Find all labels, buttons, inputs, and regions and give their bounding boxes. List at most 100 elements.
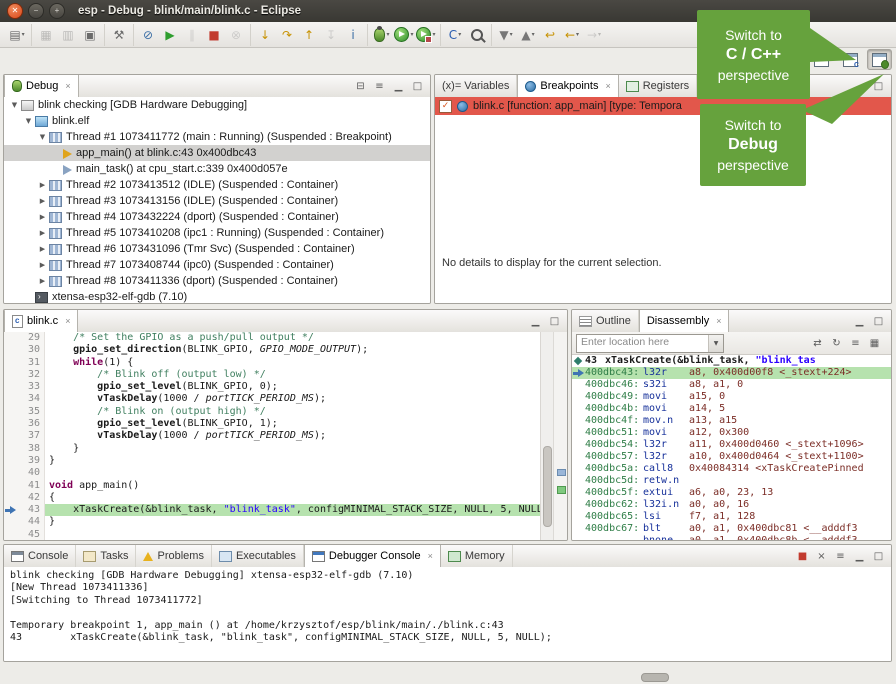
- editor-scrollbar-thumb[interactable]: [543, 446, 552, 527]
- editor-line[interactable]: 34 vTaskDelay(1000 / portTICK_PERIOD_MS)…: [4, 393, 541, 405]
- editor-overview-ruler[interactable]: [553, 332, 567, 540]
- debug-tree-item[interactable]: ▶Thread #2 1073413512 (IDLE) (Suspended …: [4, 177, 430, 193]
- maximize-icon[interactable]: □: [409, 78, 426, 95]
- tab-disassembly[interactable]: Disassembly×: [639, 310, 730, 332]
- step-over-icon[interactable]: ↷: [277, 25, 297, 45]
- tab-x-variables[interactable]: (x)= Variables: [435, 75, 517, 97]
- collapse-all-icon[interactable]: ⊟: [352, 78, 369, 95]
- breakpoint-checkbox[interactable]: [439, 100, 452, 113]
- step-return-icon[interactable]: ↑: [299, 25, 319, 45]
- debug-icon[interactable]: ▾: [372, 25, 392, 45]
- minimize-icon[interactable]: ▁: [851, 548, 868, 565]
- editor-line[interactable]: 30 gpio_set_direction(BLINK_GPIO, GPIO_M…: [4, 344, 541, 356]
- ruler-marker-green[interactable]: [557, 486, 566, 494]
- tree-expander-icon[interactable]: ▶: [36, 277, 49, 285]
- disassembly-listing[interactable]: 43xTaskCreate(&blink_task, "blink_tas400…: [572, 355, 891, 540]
- ruler-marker-blue[interactable]: [557, 469, 566, 476]
- back-icon[interactable]: ←▾: [562, 25, 582, 45]
- debug-tree-item[interactable]: ▼Thread #1 1073411772 (main : Running) (…: [4, 129, 430, 145]
- disassembly-row[interactable]: 400dbc54:l32ra11, 0x400d0460 <_stext+109…: [572, 439, 891, 451]
- remove-console-icon[interactable]: ×: [813, 548, 830, 565]
- disconnect-icon[interactable]: ⊗: [226, 25, 246, 45]
- bottom-scrollbar-handle[interactable]: [641, 673, 669, 682]
- tab-registers[interactable]: Registers: [619, 75, 697, 97]
- editor-line[interactable]: 45: [4, 529, 541, 540]
- close-tab-icon[interactable]: ×: [65, 316, 70, 326]
- resume-icon[interactable]: ▶: [160, 25, 180, 45]
- toggle-layout-icon[interactable]: ▦: [866, 335, 883, 352]
- dropdown-arrow-icon[interactable]: ▾: [510, 31, 513, 38]
- terminate-console-icon[interactable]: ■: [794, 548, 811, 565]
- editor-line[interactable]: 36 gpio_set_level(BLINK_GPIO, 1);: [4, 418, 541, 430]
- tab-breakpoints[interactable]: Breakpoints×: [517, 75, 618, 97]
- disassembly-row[interactable]: 400dbc4f:mov.na13, a15: [572, 415, 891, 427]
- tree-expander-icon[interactable]: ▶: [36, 181, 49, 189]
- dropdown-arrow-icon[interactable]: ▾: [598, 31, 601, 38]
- forward-icon[interactable]: →▾: [584, 25, 604, 45]
- disassembly-row[interactable]: 400dbc46:s32ia8, a1, 0: [572, 379, 891, 391]
- code-editor[interactable]: 29 /* Set the GPIO as a push/pull output…: [4, 332, 541, 540]
- disassembly-row[interactable]: 400dbc43:l32ra8, 0x400d00f8 <_stext+224>: [572, 367, 891, 379]
- disassembly-row[interactable]: 400dbc5a:call80x40084314 <xTaskCreatePin…: [572, 463, 891, 475]
- next-annotation-icon[interactable]: ▼▾: [496, 25, 516, 45]
- disassembly-row[interactable]: 400dbc62:l32i.na0, a0, 16: [572, 499, 891, 511]
- editor-line[interactable]: 29 /* Set the GPIO as a push/pull output…: [4, 332, 541, 344]
- disassembly-row[interactable]: 400dbc49:movia15, 0: [572, 391, 891, 403]
- tab-executables[interactable]: Executables: [212, 545, 304, 567]
- sync-selection-icon[interactable]: ⇄: [809, 335, 826, 352]
- refresh-icon[interactable]: ↻: [828, 335, 845, 352]
- new-cpp-project-icon[interactable]: C▾: [445, 25, 465, 45]
- tree-expander-icon[interactable]: ▶: [36, 261, 49, 269]
- instruction-stepping-icon[interactable]: i: [343, 25, 363, 45]
- step-into-icon[interactable]: ↓: [255, 25, 275, 45]
- tree-expander-icon[interactable]: ▶: [36, 197, 49, 205]
- tab-outline[interactable]: Outline: [572, 310, 639, 332]
- skip-all-breakpoints-icon[interactable]: ⊘: [138, 25, 158, 45]
- minimize-icon[interactable]: ▁: [527, 313, 544, 330]
- disassembly-row[interactable]: 400dbc5d:retw.n: [572, 475, 891, 487]
- save-icon[interactable]: ▦: [36, 25, 56, 45]
- dropdown-arrow-icon[interactable]: ▾: [458, 31, 461, 38]
- debug-tree-item[interactable]: ▼blink.elf: [4, 113, 430, 129]
- dropdown-arrow-icon[interactable]: ▾: [410, 31, 413, 38]
- maximize-icon[interactable]: □: [870, 313, 887, 330]
- debug-tree-item[interactable]: ▶Thread #6 1073431096 (Tmr Svc) (Suspend…: [4, 241, 430, 257]
- tab-console[interactable]: Console: [4, 545, 76, 567]
- tree-expander-icon[interactable]: ▼: [22, 117, 35, 125]
- editor-line[interactable]: 32 /* Blink off (output low) */: [4, 369, 541, 381]
- close-tab-icon[interactable]: ×: [428, 551, 433, 561]
- window-maximize-button[interactable]: +: [49, 3, 65, 19]
- editor-line[interactable]: 40: [4, 467, 541, 479]
- disassembly-row[interactable]: bnonea0, a1, 0x400dbc8b <__adddf3: [572, 535, 891, 540]
- maximize-icon[interactable]: □: [546, 313, 563, 330]
- editor-line[interactable]: 38 }: [4, 443, 541, 455]
- tree-expander-icon[interactable]: ▼: [36, 133, 49, 141]
- tab-blink-c[interactable]: blink.c×: [4, 310, 78, 332]
- editor-line[interactable]: 33 gpio_set_level(BLINK_GPIO, 0);: [4, 381, 541, 393]
- debug-tree-item[interactable]: ▶Thread #7 1073408744 (ipc0) (Suspended …: [4, 257, 430, 273]
- debug-tree-item[interactable]: ▶Thread #3 1073413156 (IDLE) (Suspended …: [4, 193, 430, 209]
- suspend-icon[interactable]: ∥: [182, 25, 202, 45]
- location-combo[interactable]: Enter location here ▼: [576, 334, 724, 353]
- disassembly-row[interactable]: 400dbc67:blta0, a1, 0x400dbc81 <__adddf3: [572, 523, 891, 535]
- last-edit-location-icon[interactable]: ↩: [540, 25, 560, 45]
- view-menu-icon[interactable]: ≡: [832, 548, 849, 565]
- close-tab-icon[interactable]: ×: [716, 316, 721, 326]
- disassembly-row[interactable]: 400dbc57:l32ra10, 0x400d0464 <_stext+110…: [572, 451, 891, 463]
- tab-debugger-console[interactable]: Debugger Console×: [304, 545, 441, 567]
- view-menu-icon[interactable]: ≡: [371, 78, 388, 95]
- dropdown-arrow-icon[interactable]: ▾: [432, 31, 435, 38]
- build-icon[interactable]: ⚒: [109, 25, 129, 45]
- minimize-icon[interactable]: ▁: [851, 313, 868, 330]
- dropdown-arrow-icon[interactable]: ▾: [532, 31, 535, 38]
- debug-tree-item[interactable]: xtensa-esp32-elf-gdb (7.10): [4, 289, 430, 303]
- editor-line[interactable]: 37 vTaskDelay(1000 / portTICK_PERIOD_MS)…: [4, 430, 541, 442]
- dropdown-arrow-icon[interactable]: ▾: [386, 31, 389, 38]
- window-minimize-button[interactable]: −: [28, 3, 44, 19]
- debug-tree-item[interactable]: app_main() at blink.c:43 0x400dbc43: [4, 145, 430, 161]
- search-icon[interactable]: [467, 25, 487, 45]
- tree-expander-icon[interactable]: ▼: [8, 101, 21, 109]
- show-source-icon[interactable]: ≡: [847, 335, 864, 352]
- editor-line[interactable]: 39}: [4, 455, 541, 467]
- terminate-icon[interactable]: ■: [204, 25, 224, 45]
